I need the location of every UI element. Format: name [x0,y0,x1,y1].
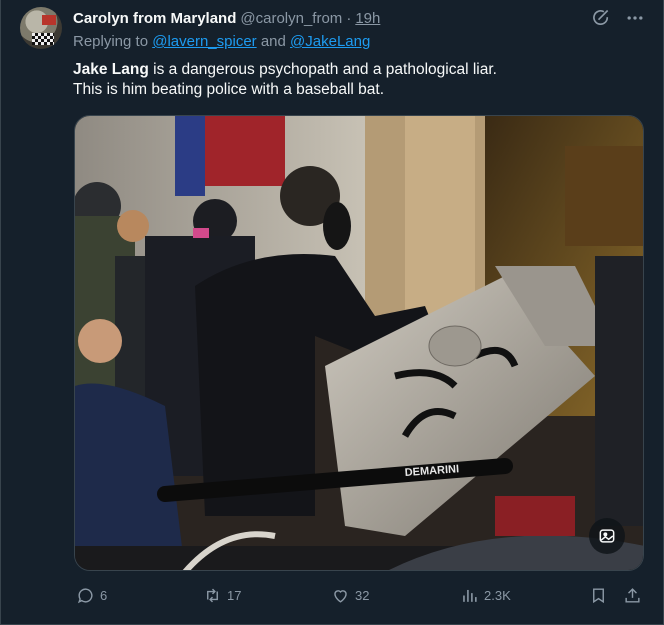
avatar-checkered-flag [32,33,54,45]
tweet-top-actions [591,8,645,28]
views-button[interactable]: 2.3K [460,586,511,605]
replying-and: and [260,33,286,50]
views-icon [463,589,477,602]
photo-illustration: DEMARINI [75,116,643,570]
avatar[interactable] [20,7,62,49]
tweet-photo[interactable]: DEMARINI [74,115,644,571]
timestamp[interactable]: 19h [355,10,380,27]
avatar-flag-detail [42,15,56,25]
image-alt-button[interactable] [589,518,625,554]
tweet-text: Jake Lang is a dangerous psychopath and … [73,60,633,100]
heart-icon [334,590,347,603]
retweet-button[interactable]: 17 [203,586,241,605]
reply-count: 6 [100,588,108,603]
mention-link[interactable]: @lavern_spicer [152,33,256,50]
more-icon[interactable] [625,8,645,28]
like-button[interactable]: 32 [331,586,369,605]
share-button[interactable] [623,586,642,605]
tweet-action-bar: 6 17 32 2.3K [73,586,645,608]
image-alt-icon [599,529,615,543]
retweet-count: 17 [227,588,242,603]
tweet-header: Carolyn from Maryland @carolyn_from · 19… [73,8,380,28]
mention-link[interactable]: @JakeLang [290,33,370,50]
tweet-text-line1: is a dangerous psychopath and a patholog… [148,61,497,78]
separator-dot: · [346,9,352,27]
reply-button[interactable]: 6 [76,586,107,605]
bookmark-button[interactable] [589,586,608,605]
user-handle[interactable]: @carolyn_from [240,10,342,27]
grok-icon[interactable] [591,8,611,28]
view-count: 2.3K [484,588,511,603]
replying-to-label: Replying to [73,33,149,50]
like-count: 32 [355,588,370,603]
display-name[interactable]: Carolyn from Maryland [73,10,236,27]
tweet-text-line2: This is him beating police with a baseba… [73,81,385,98]
replying-to: Replying to @lavern_spicer and @JakeLang [73,33,370,50]
bookmark-icon [593,588,604,604]
reply-icon [77,588,93,604]
share-icon [625,588,640,603]
tweet-text-bold: Jake Lang [73,61,149,78]
tweet[interactable]: Carolyn from Maryland @carolyn_from · 19… [0,0,664,625]
retweet-icon [207,588,218,603]
